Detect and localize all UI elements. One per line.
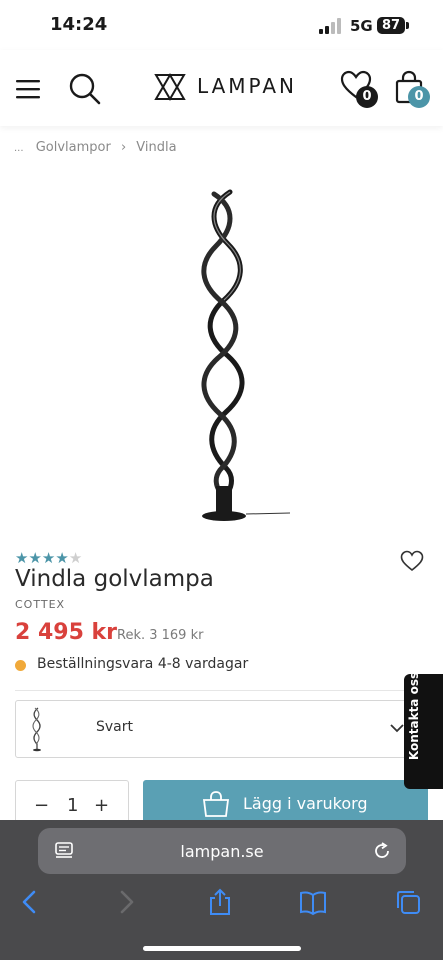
wishlist-count-badge: 0 <box>356 86 378 108</box>
contact-tab-label: Kontakta oss <box>407 671 421 761</box>
availability-text: Beställningsvara 4-8 vardagar <box>37 656 249 672</box>
add-to-wishlist-heart-icon[interactable] <box>400 550 424 572</box>
star-icon: ★ <box>15 549 29 567</box>
signal-icon <box>319 18 341 34</box>
quantity-increase-button[interactable]: + <box>94 795 109 816</box>
bookmarks-icon[interactable] <box>299 888 327 916</box>
quantity-decrease-button[interactable]: − <box>34 795 49 816</box>
product-image[interactable] <box>150 186 300 526</box>
star-icon: ★ <box>55 549 69 567</box>
star-icon: ★ <box>28 549 42 567</box>
product-title: Vindla golvlampa <box>15 566 214 592</box>
cart-count-badge: 0 <box>408 86 430 108</box>
menu-icon[interactable] <box>16 79 40 99</box>
rating-stars[interactable]: ★★★★★ <box>15 549 82 567</box>
product-price: 2 495 kr <box>15 620 118 645</box>
wishlist-button[interactable]: 0 <box>340 70 380 110</box>
breadcrumb-ellipsis[interactable]: ... <box>14 143 24 154</box>
reload-icon[interactable] <box>372 841 392 861</box>
star-empty-icon: ★ <box>68 549 83 567</box>
contact-tab[interactable]: Kontakta oss <box>404 672 443 789</box>
recommended-price: Rek. 3 169 kr <box>117 628 204 643</box>
back-icon[interactable] <box>16 888 44 916</box>
search-icon[interactable] <box>68 72 102 106</box>
forward-icon[interactable] <box>112 888 140 916</box>
add-to-cart-label: Lägg i varukorg <box>243 794 368 813</box>
battery-tip <box>406 22 409 29</box>
breadcrumb-separator-icon: › <box>120 140 127 155</box>
logo-mark-icon <box>154 73 186 101</box>
cart-button[interactable]: 0 <box>394 70 434 110</box>
tabs-icon[interactable] <box>394 888 422 916</box>
home-indicator <box>143 946 301 951</box>
share-icon[interactable] <box>206 888 234 916</box>
address-bar[interactable]: lampan.se <box>38 828 406 874</box>
quantity-value[interactable]: 1 <box>67 795 78 816</box>
url-text: lampan.se <box>180 842 264 861</box>
variant-selected-label: Svart <box>96 719 133 735</box>
logo-text: LAMPAN <box>197 74 297 98</box>
star-icon: ★ <box>41 549 56 567</box>
breadcrumb-item-golvlampor[interactable]: Golvlampor <box>36 140 111 155</box>
network-label: 5G <box>350 17 373 35</box>
variant-thumbnail <box>32 707 41 752</box>
site-logo[interactable]: LAMPAN <box>153 70 294 106</box>
product-brand[interactable]: COTTEX <box>15 598 65 611</box>
status-time: 14:24 <box>50 14 108 35</box>
breadcrumb-item-vindla[interactable]: Vindla <box>136 140 176 155</box>
variant-select[interactable]: Svart <box>15 700 415 758</box>
breadcrumb: ... Golvlampor › Vindla <box>14 140 183 155</box>
availability-status-dot <box>15 660 26 671</box>
divider <box>15 690 428 691</box>
battery-icon: 87 <box>377 17 405 34</box>
shopping-bag-icon <box>202 791 230 817</box>
